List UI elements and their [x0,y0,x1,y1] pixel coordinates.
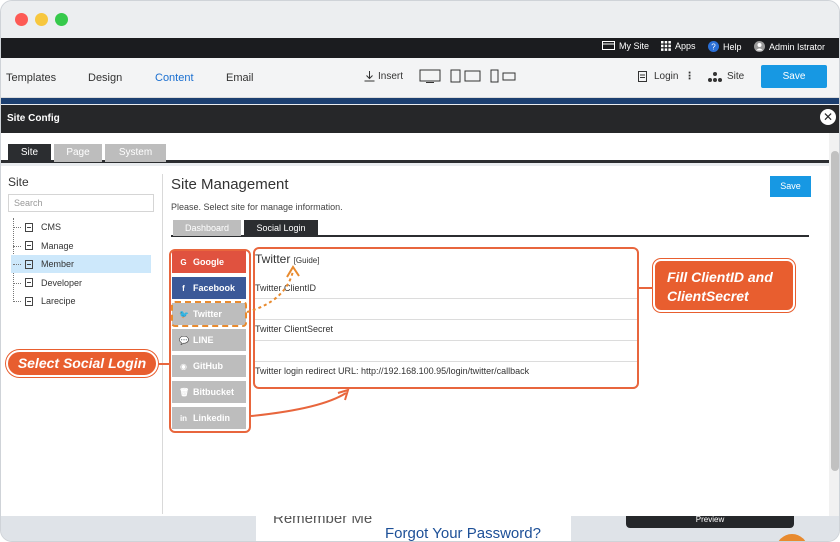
help-icon: ? [708,41,719,52]
sidebar-item-developer[interactable]: Developer [11,274,151,292]
fill-client-callout: Fill ClientID and ClientSecret [653,259,795,312]
page-title: Site Management [171,176,289,193]
twitter-form-highlight [253,247,639,389]
config-tabs: Site Page System [1,133,829,163]
apps-link[interactable]: Apps [661,41,696,51]
sidebar-search-input[interactable]: Search [8,194,154,212]
monitor-icon [602,41,615,50]
page-header-strip [1,98,839,104]
modal-header: Site Config [1,105,839,133]
menu-content[interactable]: Content [155,72,194,84]
preview-button[interactable]: Preview [626,516,794,528]
download-icon [364,71,375,82]
window-chrome [1,1,839,38]
modal-title: Site Config [7,113,60,124]
menu-email[interactable]: Email [226,72,254,84]
desktop-view-icon[interactable] [419,69,441,83]
site-subtabs: Dashboard Social Login [171,219,809,237]
twitter-button-highlight [171,301,247,327]
tab-page[interactable]: Page [54,144,102,162]
chat-bubble-icon[interactable] [776,534,808,541]
social-buttons-highlight [169,249,251,433]
close-window-icon[interactable] [15,13,28,26]
sitemap-icon [708,71,722,82]
user-name: Admin Istrator [769,41,826,52]
my-site-link[interactable]: My Site [602,41,649,51]
sidebar-title: Site [8,175,29,189]
panel-divider [162,174,163,514]
sidebar-item-member[interactable]: Member [11,255,151,273]
insert-label: Insert [378,71,404,82]
user-menu[interactable]: Admin Istrator [754,41,825,52]
page-subtitle: Please. Select site for manage informati… [171,202,343,212]
forgot-password-link[interactable]: Forgot Your Password? [385,525,541,541]
sidebar-item-cms[interactable]: CMS [11,218,151,236]
document-icon [638,71,647,82]
site-label: Site [727,71,745,82]
remember-me-checkbox[interactable]: Remember Me [273,516,372,527]
tablet-view-icon[interactable] [450,69,482,83]
page-icon [25,241,33,250]
page-icon [25,222,33,232]
more-vertical-icon[interactable]: ⋮ [684,71,694,82]
sidebar-item-larecipe[interactable]: Larecipe [11,292,151,310]
menu-design[interactable]: Design [88,72,122,84]
my-site-label: My Site [619,41,650,51]
page-icon [25,259,33,269]
browser-window: My Site Apps ? Help Admin Istrator Templ… [0,0,840,542]
site-tree: CMS Manage Member Developer Larecipe [11,218,151,311]
menu-templates[interactable]: Templates [6,72,56,84]
page-icon [25,296,33,306]
help-label: Help [723,41,742,52]
grid-icon [661,41,671,51]
page-icon [25,278,33,287]
svg-text:?: ? [711,43,716,52]
scrollbar-thumb[interactable] [831,151,839,471]
modal-scrollbar[interactable] [829,133,839,516]
insert-button[interactable]: Insert [364,71,403,82]
site-menu[interactable]: Site [708,71,744,82]
save-button[interactable]: Save [761,65,827,88]
select-social-callout: Select Social Login [6,350,158,377]
avatar-icon [754,41,765,52]
save-site-button[interactable]: Save [770,176,811,197]
editor-menubar: Templates Design Content Email Insert Lo… [1,58,839,98]
tab-system[interactable]: System [105,144,166,162]
apps-label: Apps [675,41,696,51]
tab-social-login[interactable]: Social Login [244,220,318,236]
help-link[interactable]: ? Help [708,41,742,52]
sidebar-item-manage[interactable]: Manage [11,237,151,255]
tab-dashboard[interactable]: Dashboard [173,220,241,236]
login-menu[interactable]: Login ⋮ [638,71,694,82]
tab-site[interactable]: Site [8,144,51,162]
close-icon[interactable]: ✕ [820,109,836,125]
mobile-view-icon[interactable] [490,69,522,83]
background-page: Remember Me Forgot Your Password? Previe… [1,516,839,541]
login-label: Login [654,71,679,82]
minimize-window-icon[interactable] [35,13,48,26]
maximize-window-icon[interactable] [55,13,68,26]
admin-topbar: My Site Apps ? Help Admin Istrator [1,38,839,58]
